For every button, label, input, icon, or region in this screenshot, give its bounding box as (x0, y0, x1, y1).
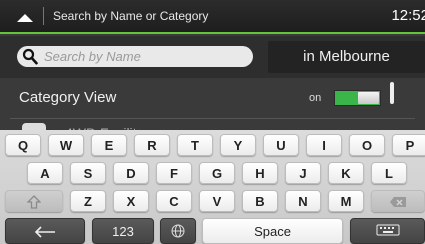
key-n[interactable]: N (285, 190, 321, 212)
clock-time: 12:52 (391, 7, 425, 24)
navigation-arrow-icon[interactable] (17, 14, 33, 22)
keyboard-hide-icon (376, 224, 399, 236)
toggle-state-label: on (309, 92, 322, 104)
key-l[interactable]: L (371, 162, 407, 184)
numbers-key[interactable]: 123 (92, 218, 154, 244)
list-scrollbar[interactable] (390, 82, 394, 104)
title-bar: Search by Name or Category 12:52 (0, 0, 425, 34)
hide-keyboard-key[interactable] (350, 218, 425, 244)
space-key[interactable]: Space (202, 218, 343, 244)
left-arrow-icon (34, 226, 55, 238)
category-view-label: Category View (19, 89, 117, 106)
language-key[interactable] (160, 218, 196, 244)
key-u[interactable]: U (263, 134, 299, 156)
key-s[interactable]: S (70, 162, 106, 184)
key-e[interactable]: E (91, 134, 127, 156)
title-separator (43, 7, 44, 25)
key-d[interactable]: D (113, 162, 149, 184)
backspace-icon (390, 197, 406, 207)
search-box[interactable] (17, 46, 253, 67)
location-button[interactable]: in Melbourne (268, 41, 425, 73)
key-v[interactable]: V (199, 190, 235, 212)
search-input[interactable] (44, 47, 244, 66)
on-screen-keyboard: Q W E R T Y U I O P A S D F G H J K L Z … (0, 130, 425, 244)
key-g[interactable]: G (199, 162, 235, 184)
key-t[interactable]: T (177, 134, 213, 156)
key-j[interactable]: J (285, 162, 321, 184)
key-q[interactable]: Q (5, 134, 41, 156)
globe-icon (171, 224, 185, 238)
key-i[interactable]: I (306, 134, 342, 156)
key-c[interactable]: C (156, 190, 192, 212)
search-row: in Melbourne (0, 36, 425, 78)
shift-arrow-icon (27, 195, 41, 209)
back-key[interactable] (5, 218, 85, 244)
key-h[interactable]: H (242, 162, 278, 184)
shift-key[interactable] (5, 190, 63, 212)
key-y[interactable]: Y (220, 134, 256, 156)
key-m[interactable]: M (328, 190, 364, 212)
category-view-toggle[interactable] (334, 90, 381, 106)
key-k[interactable]: K (328, 162, 364, 184)
list-divider (10, 118, 415, 119)
key-z[interactable]: Z (70, 190, 106, 212)
key-w[interactable]: W (48, 134, 84, 156)
key-r[interactable]: R (134, 134, 170, 156)
key-p[interactable]: P (392, 134, 425, 156)
backspace-key[interactable] (371, 190, 425, 212)
search-icon (22, 48, 38, 65)
key-b[interactable]: B (242, 190, 278, 212)
category-view-row[interactable]: Category View on (0, 80, 425, 116)
key-f[interactable]: F (156, 162, 192, 184)
page-title: Search by Name or Category (53, 9, 209, 23)
key-o[interactable]: O (349, 134, 385, 156)
key-x[interactable]: X (113, 190, 149, 212)
key-a[interactable]: A (27, 162, 63, 184)
toggle-knob[interactable] (358, 92, 379, 104)
